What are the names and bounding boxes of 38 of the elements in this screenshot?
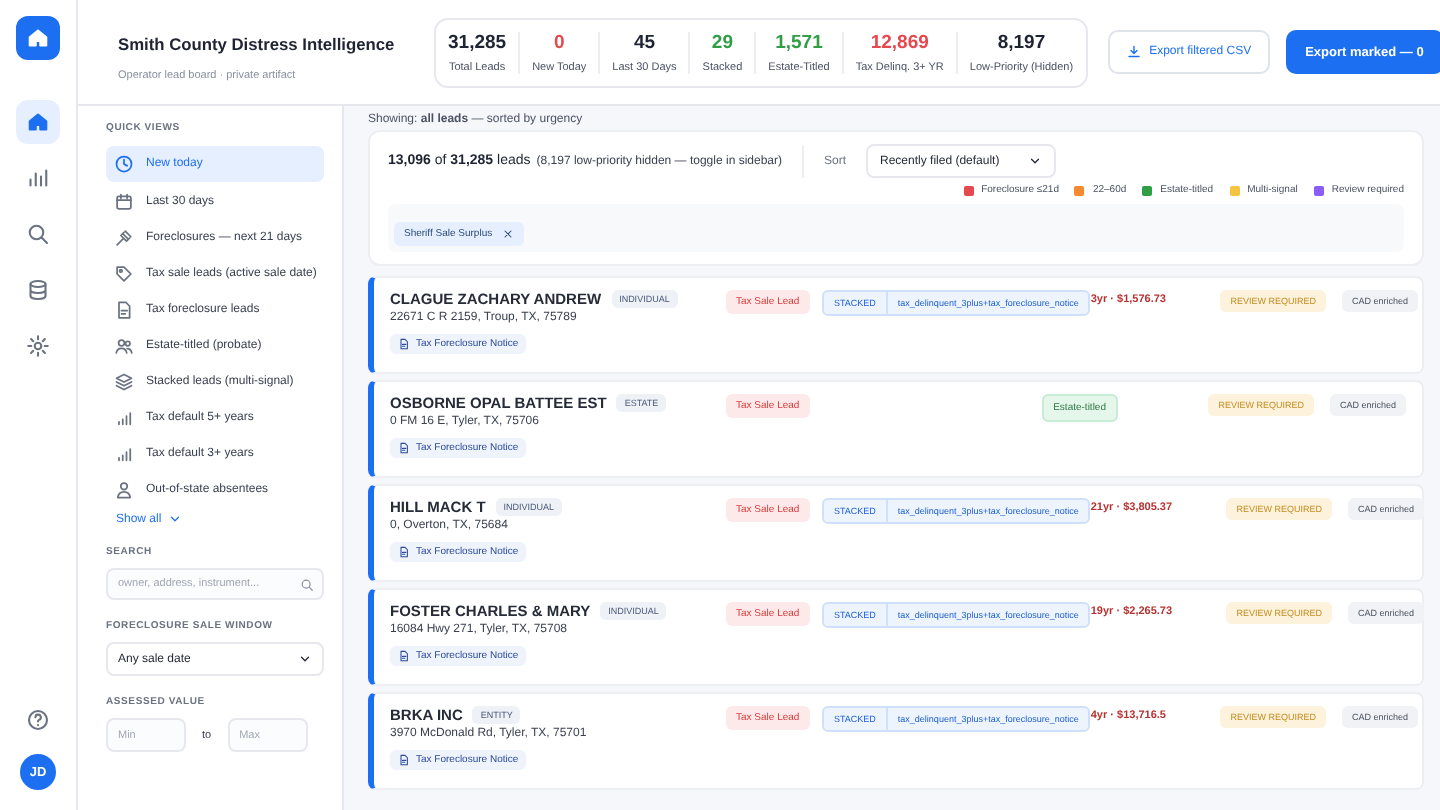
document-icon <box>114 300 134 320</box>
app-title: Smith County Distress Intelligence <box>118 33 395 53</box>
stat-value: 8,197 <box>995 31 1048 53</box>
stat-value: 0 <box>551 31 567 53</box>
stat-value: 45 <box>631 31 658 53</box>
tag-icon <box>114 264 134 284</box>
nav-button[interactable] <box>16 100 60 144</box>
clock-icon <box>114 154 134 174</box>
stat-value: 29 <box>709 31 735 53</box>
home-icon <box>26 110 50 134</box>
document-icon <box>398 650 410 662</box>
close-icon <box>502 228 515 240</box>
chevron-down-icon <box>1027 154 1042 168</box>
person-icon <box>114 480 134 500</box>
stat-value: 31,285 <box>448 31 507 53</box>
layers-icon <box>114 372 134 392</box>
stat-value: 1,571 <box>773 31 825 53</box>
document-icon <box>398 546 410 558</box>
stat-value: 12,869 <box>868 31 931 53</box>
chevron-down-icon <box>167 512 182 526</box>
download-icon <box>1125 44 1142 60</box>
home-icon <box>26 26 50 50</box>
database-icon <box>26 278 50 302</box>
signal-bars-icon <box>114 408 134 428</box>
people-icon <box>114 336 134 356</box>
search-icon <box>300 577 314 591</box>
chevron-down-icon <box>298 652 312 666</box>
bar-chart-icon <box>26 166 50 190</box>
document-icon <box>398 442 410 454</box>
document-icon <box>398 754 410 766</box>
app-logo[interactable] <box>16 16 60 60</box>
settings-icon <box>26 334 50 358</box>
help-icon <box>26 708 50 732</box>
document-icon <box>398 338 410 350</box>
search-icon <box>26 222 50 246</box>
signal-bars-icon <box>114 444 134 464</box>
gavel-icon <box>114 228 134 248</box>
calendar-icon <box>114 192 134 212</box>
